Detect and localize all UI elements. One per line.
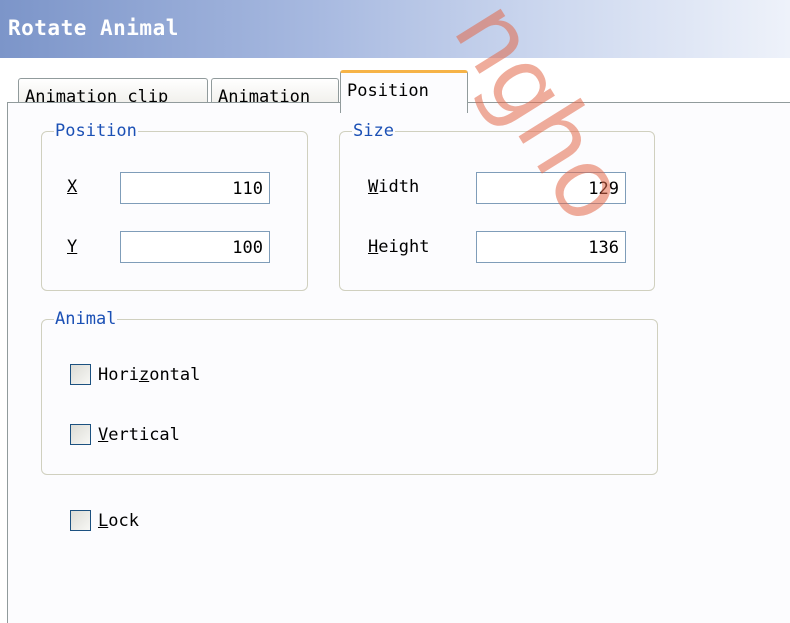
vertical-label[interactable]: Vertical [98, 425, 180, 445]
width-label: Width [368, 177, 419, 197]
lock-checkbox[interactable] [70, 510, 91, 531]
height-label: Height [368, 237, 429, 257]
width-label-rest: idth [378, 177, 420, 197]
tab-panel-position: Position X 110 Y 100 Size Width 129 Heig… [7, 102, 790, 623]
horizontal-mnemonic: z [138, 365, 150, 385]
lock-label[interactable]: Lock [98, 511, 139, 531]
lock-label-post: ock [108, 511, 139, 531]
height-label-rest: eight [378, 237, 430, 257]
width-mnemonic: W [368, 177, 379, 197]
y-input[interactable]: 100 [120, 231, 270, 263]
position-group-legend: Position [55, 121, 137, 141]
size-group: Size [339, 121, 655, 291]
animal-group-legend: Animal [55, 309, 117, 329]
vertical-label-post: ertical [108, 425, 180, 445]
horizontal-label-post: ontal [149, 365, 201, 385]
y-mnemonic: Y [67, 237, 78, 257]
animal-group: Animal [41, 309, 658, 475]
x-input[interactable]: 110 [120, 172, 270, 204]
dialog-body: Animation clip Animation Position Positi… [0, 58, 790, 623]
x-label: X [67, 177, 77, 197]
height-mnemonic: H [368, 237, 379, 257]
horizontal-checkbox[interactable] [70, 364, 91, 385]
position-group: Position [41, 121, 308, 291]
lock-mnemonic: L [98, 511, 109, 531]
title-bar: Rotate Animal [0, 0, 790, 58]
horizontal-label[interactable]: Horizontal [98, 365, 200, 385]
vertical-mnemonic: V [98, 425, 109, 445]
tab-position[interactable]: Position [340, 70, 468, 113]
size-group-legend: Size [353, 121, 394, 141]
vertical-checkbox[interactable] [70, 424, 91, 445]
x-mnemonic: X [67, 177, 78, 197]
width-input[interactable]: 129 [476, 172, 626, 204]
height-input[interactable]: 136 [476, 231, 626, 263]
horizontal-label-pre: Hori [98, 365, 139, 385]
window-title: Rotate Animal [8, 16, 179, 40]
y-label: Y [67, 237, 77, 257]
